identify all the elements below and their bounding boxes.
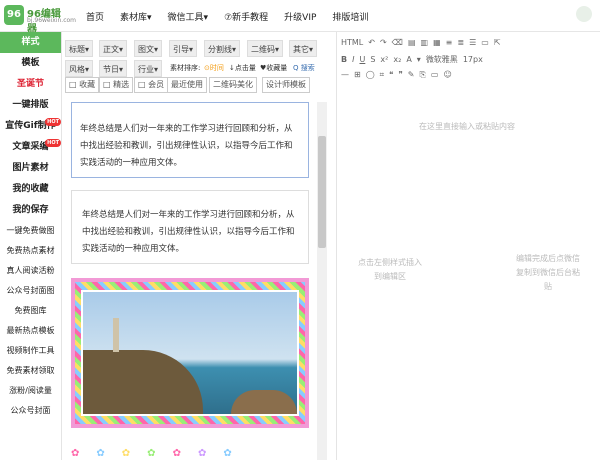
hot-badge: HOT <box>45 118 61 126</box>
editor-area[interactable]: HTML ↶ ↷ ⌫ ▤ ▥ ▦ ≡ ≣ ☰ ▭ ⇱ B I U Sx² x₂ A ▾ 微软雅黑 17px — ⊞ ◯ ⌗ ❝… <box>336 32 600 460</box>
sidebar-item-templates[interactable]: 模板 <box>0 53 61 74</box>
nav-materials[interactable]: 素材库▾ <box>120 10 152 23</box>
top-bar: 96 96编辑器 bj.96weixin.com 首页 素材库▾ 微信工具▾ ⑦… <box>0 0 600 35</box>
sidebar-item-christmas[interactable]: 圣诞节 <box>0 74 61 95</box>
designer-templates-button[interactable]: 设计师模板 <box>262 77 310 93</box>
sidebar-item-video-tool[interactable]: 视频制作工具 <box>0 341 61 361</box>
search-link[interactable]: Q 搜索 <box>293 63 315 73</box>
cat-industry[interactable]: 行业▾ <box>134 60 163 77</box>
sidebar-item-account-cover[interactable]: 公众号封面 <box>0 401 61 421</box>
cat-festival[interactable]: 节日▾ <box>99 60 128 77</box>
sidebar-item-gallery[interactable]: 免费图库 <box>0 301 61 321</box>
style-card-2[interactable]: 年终总结是人们对一年来的工作学习进行回顾和分析，从中找出经验和教训，引出规律性认… <box>71 190 309 264</box>
logo-url: bj.96weixin.com <box>27 17 77 24</box>
font-select[interactable]: 微软雅黑 <box>426 55 458 64</box>
sort-label: 素材排序: <box>170 64 201 72</box>
card-text: 年终总结是人们对一年来的工作学习进行回顾和分析，从中找出经验和教训，引出规律性认… <box>82 210 295 254</box>
sort-clicks[interactable]: ↓点击量 <box>229 63 256 73</box>
right-hint: 编辑完成后点微信复制到微信后台粘贴 <box>516 254 580 291</box>
filter-favorites[interactable]: □ 收藏 <box>65 77 100 93</box>
editor-placeholder: 在这里直接输入或粘贴内容 <box>419 122 515 131</box>
cat-body[interactable]: 正文▾ <box>99 40 128 57</box>
size-select[interactable]: 17px <box>463 55 483 64</box>
left-hint: 点击左侧样式插入到编辑区 <box>358 258 422 281</box>
sidebar-item-one-click[interactable]: 一键排版 <box>0 95 61 116</box>
sidebar-item-cover[interactable]: 公众号封面图 <box>0 281 61 301</box>
sidebar-item-hot-materials[interactable]: 免费热点素材 <box>0 241 61 261</box>
sidebar-item-free-design[interactable]: 一键免费做图 <box>0 221 61 241</box>
editor-toolbar-3: — ⊞ ◯ ⌗ ❝ ❞ ✎ ⎘ ▭ ☺ <box>341 70 452 79</box>
scrollbar[interactable] <box>317 102 327 460</box>
style-card-1[interactable]: 年终总结是人们对一年来的工作学习进行回顾和分析，从中找出经验和教训，引出规律性认… <box>71 102 309 178</box>
sidebar-item-images[interactable]: 图片素材 <box>0 158 61 179</box>
style-panel: 标题▾ 正文▾ 图文▾ 引导▾ 分割线▾ 二维码▾ 其它▾ 风格▾ 节日▾ 行业… <box>63 32 328 460</box>
sidebar-item-free-claim[interactable]: 免费素材领取 <box>0 361 61 381</box>
recent-used-button[interactable]: 最近使用 <box>167 77 207 93</box>
logo-badge: 96 <box>4 5 24 25</box>
sidebar-item-growth[interactable]: 涨粉/阅读量 <box>0 381 61 401</box>
lighthouse <box>113 318 119 352</box>
main-nav: 首页 素材库▾ 微信工具▾ ⑦新手教程 升级VIP 排版培训 <box>86 10 384 23</box>
filter-member[interactable]: □ 会员 <box>134 77 169 93</box>
cat-other[interactable]: 其它▾ <box>289 40 318 57</box>
seaside-photo <box>81 290 299 416</box>
cat-style[interactable]: 风格▾ <box>65 60 94 77</box>
sidebar-item-saved[interactable]: 我的保存 <box>0 200 61 221</box>
logo[interactable]: 96 96编辑器 bj.96weixin.com <box>4 3 76 35</box>
nav-vip[interactable]: 升级VIP <box>284 10 316 23</box>
flower-divider[interactable]: ✿ ✿ ✿ ✿ ✿ ✿ ✿ <box>71 448 309 460</box>
sidebar-item-real-fans[interactable]: 真人阅读活粉 <box>0 261 61 281</box>
cat-title[interactable]: 标题▾ <box>65 40 94 57</box>
sidebar-item-gif[interactable]: 宣传Gif制作 HOT <box>0 116 61 137</box>
sidebar-item-label: 文章采编 <box>12 142 49 152</box>
filter-featured[interactable]: □ 精选 <box>99 77 134 93</box>
sidebar-item-favorites[interactable]: 我的收藏 <box>0 179 61 200</box>
cat-divider[interactable]: 分割线▾ <box>204 40 241 57</box>
sidebar-item-hot-templates[interactable]: 最新热点模板 <box>0 321 61 341</box>
nav-tutorial[interactable]: ⑦新手教程 <box>224 10 268 23</box>
qr-beautify-button[interactable]: 二维码美化 <box>209 77 257 93</box>
hot-badge: HOT <box>45 139 61 147</box>
cat-qrcode[interactable]: 二维码▾ <box>247 40 284 57</box>
cat-graphic[interactable]: 图文▾ <box>134 40 163 57</box>
card-text: 年终总结是人们对一年来的工作学习进行回顾和分析，从中找出经验和教训，引出规律性认… <box>80 124 293 168</box>
sort-time[interactable]: ⊙时间 <box>204 63 224 73</box>
nav-wechat-tools[interactable]: 微信工具▾ <box>168 10 209 23</box>
nav-home[interactable]: 首页 <box>86 10 104 23</box>
sidebar-item-styles[interactable]: 样式 <box>0 32 61 53</box>
left-sidebar: 样式 模板 圣诞节 一键排版 宣传Gif制作 HOT 文章采编 HOT 图片素材 我… <box>0 32 62 460</box>
editor-toolbar-1: HTML ↶ ↷ ⌫ ▤ ▥ ▦ ≡ ≣ ☰ ▭ ⇱ <box>341 38 501 47</box>
sort-favorites[interactable]: ♥收藏量 <box>260 63 287 73</box>
avatar[interactable] <box>576 6 592 22</box>
editor-toolbar-2: B I U Sx² x₂ A ▾ 微软雅黑 17px <box>341 55 483 64</box>
nav-training[interactable]: 排版培训 <box>332 10 368 23</box>
sidebar-item-article-collect[interactable]: 文章采编 HOT <box>0 137 61 158</box>
cat-guide[interactable]: 引导▾ <box>169 40 198 57</box>
photo-frame-card[interactable] <box>71 278 309 428</box>
